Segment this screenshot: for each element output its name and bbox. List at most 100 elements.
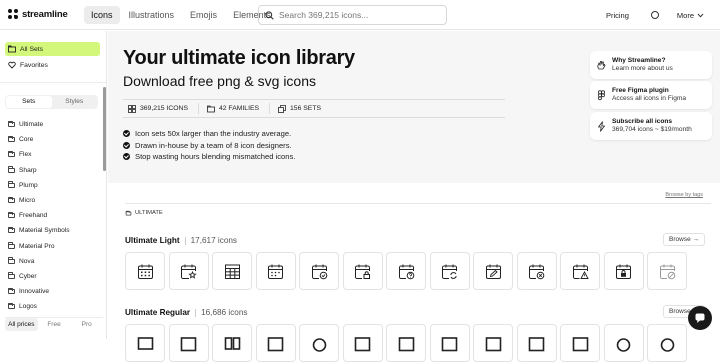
category-item[interactable]: Freehand [8, 208, 106, 223]
price-pro[interactable]: Pro [70, 318, 103, 331]
folder-icon [8, 242, 15, 249]
icon-tile[interactable] [255, 324, 296, 362]
hero-section: Your ultimate icon library Download free… [108, 31, 720, 183]
toggle-styles[interactable]: Styles [52, 96, 98, 108]
category-item[interactable]: Ultimate [8, 117, 106, 132]
icon-tile[interactable] [168, 252, 209, 290]
category-item[interactable]: Material Symbols [8, 223, 106, 238]
card-title: Free Figma plugin [612, 87, 669, 94]
layout-icon [224, 336, 240, 350]
folder-icon [207, 105, 215, 112]
category-item[interactable]: Core [8, 132, 106, 147]
icon-tile[interactable] [429, 252, 470, 290]
calendar-locked-icon [616, 264, 631, 279]
category-item[interactable]: Micro [8, 193, 106, 208]
sidebar-item-all-sets[interactable]: All Sets [5, 42, 100, 56]
folder-icon [8, 135, 15, 143]
logo[interactable]: streamline [8, 9, 78, 20]
category-label: Flex [19, 151, 32, 159]
icon-tile[interactable] [212, 324, 252, 362]
calendar-warning-icon [572, 264, 589, 279]
icon-tile[interactable] [647, 252, 687, 290]
page-title: Your ultimate icon library [123, 47, 355, 69]
icon-tile[interactable] [473, 252, 513, 290]
search-box[interactable] [258, 5, 447, 25]
toggle-sets[interactable]: Sets [6, 96, 52, 108]
icon-sets-section: Browse by tags ULTIMATE Ultimate Light 1… [108, 184, 720, 362]
card-title: Subscribe all icons [612, 118, 673, 125]
icon-tile[interactable] [516, 252, 557, 290]
icon-tile[interactable] [647, 324, 687, 362]
card-subtitle: 369,704 icons ~ $19/month [612, 126, 692, 133]
price-all[interactable]: All prices [5, 318, 38, 331]
icon-tile[interactable] [342, 252, 383, 290]
category-item[interactable]: Plump [8, 178, 106, 193]
check-circle-icon [123, 130, 130, 138]
chat-button[interactable] [688, 306, 712, 330]
category-item[interactable]: Nova [8, 254, 106, 269]
folder-icon [8, 181, 15, 188]
icon-tile[interactable] [212, 252, 252, 290]
tab-illustrations[interactable]: Illustrations [122, 6, 182, 24]
category-item[interactable]: Cyber [8, 269, 106, 284]
card-subtitle: Access all icons in Figma [612, 95, 687, 102]
browse-by-tags-link[interactable]: Browse by tags [665, 192, 703, 198]
browse-button[interactable]: Browse → [663, 233, 705, 246]
stat-families-label: 42 FAMILIES [218, 105, 260, 112]
sidebar: All Sets Favorites Sets Styles Ultimate … [0, 31, 107, 339]
chevron-down-icon [697, 13, 704, 18]
stat-families: 42 FAMILIES [207, 103, 271, 114]
feature-text: Stop wasting hours blending mismatched i… [135, 152, 296, 162]
category-item[interactable]: Material Pro [8, 239, 106, 254]
icon-tile[interactable] [125, 324, 165, 362]
figma-plugin-card[interactable]: Free Figma plugin Access all icons in Fig… [590, 81, 712, 109]
calendar-check-icon [311, 264, 327, 279]
folder-icon [125, 209, 132, 215]
icon-tile[interactable] [342, 324, 383, 362]
category-item[interactable]: Innovative [8, 284, 106, 299]
why-streamline-card[interactable]: Why Streamline? Learn more about us [590, 51, 712, 79]
icon-tile[interactable] [603, 324, 644, 362]
category-item[interactable]: Logos [8, 299, 106, 314]
icon-tile[interactable] [560, 252, 600, 290]
icon-tile[interactable] [473, 324, 513, 362]
heart-icon [8, 61, 16, 69]
category-item[interactable]: Flex [8, 147, 106, 162]
category-item[interactable]: Sharp [8, 163, 106, 178]
folder-icon [8, 120, 15, 128]
tab-icons[interactable]: Icons [84, 5, 120, 24]
price-free[interactable]: Free [38, 318, 71, 331]
sidebar-item-label: Favorites [20, 61, 48, 69]
feature-item: Icon sets 50x larger than the industry a… [123, 128, 295, 140]
theme-toggle-icon[interactable] [650, 11, 659, 19]
more-label: More [676, 10, 694, 20]
calendar-icon [180, 336, 197, 351]
icon-tile[interactable] [386, 324, 426, 362]
feature-text: Icon sets 50x larger than the industry a… [135, 129, 292, 139]
subscribe-card[interactable]: Subscribe all icons 369,704 icons ~ $19/m… [590, 112, 712, 140]
more-menu[interactable]: More [677, 11, 704, 20]
icon-tile[interactable] [516, 324, 557, 362]
set-count: 16,686 icons [195, 308, 248, 317]
icon-tile[interactable] [560, 324, 600, 362]
sidebar-scrollbar[interactable] [103, 87, 106, 171]
stats-bar: 369,215 ICONS 42 FAMILIES 156 SETS [123, 99, 505, 118]
icon-tile[interactable] [299, 324, 339, 362]
sidebar-item-favorites[interactable]: Favorites [5, 58, 100, 72]
icon-tile[interactable] [386, 252, 426, 290]
icon-tile[interactable] [168, 324, 209, 362]
icon-tile[interactable] [299, 252, 339, 290]
calendar-question-icon [398, 264, 414, 279]
icon-tile[interactable] [125, 252, 165, 290]
calendar-icon [354, 336, 371, 351]
category-label: Nova [19, 257, 35, 265]
icon-tile[interactable] [603, 252, 644, 290]
icon-tile[interactable] [429, 324, 470, 362]
icon-tile[interactable] [255, 252, 296, 290]
calendar-icon [572, 336, 588, 351]
tab-emojis[interactable]: Emojis [183, 6, 224, 24]
pricing-link[interactable]: Pricing [606, 11, 629, 20]
category-label: Material Pro [19, 242, 55, 250]
streamline-logo-icon [8, 9, 19, 20]
search-input[interactable] [279, 10, 439, 20]
